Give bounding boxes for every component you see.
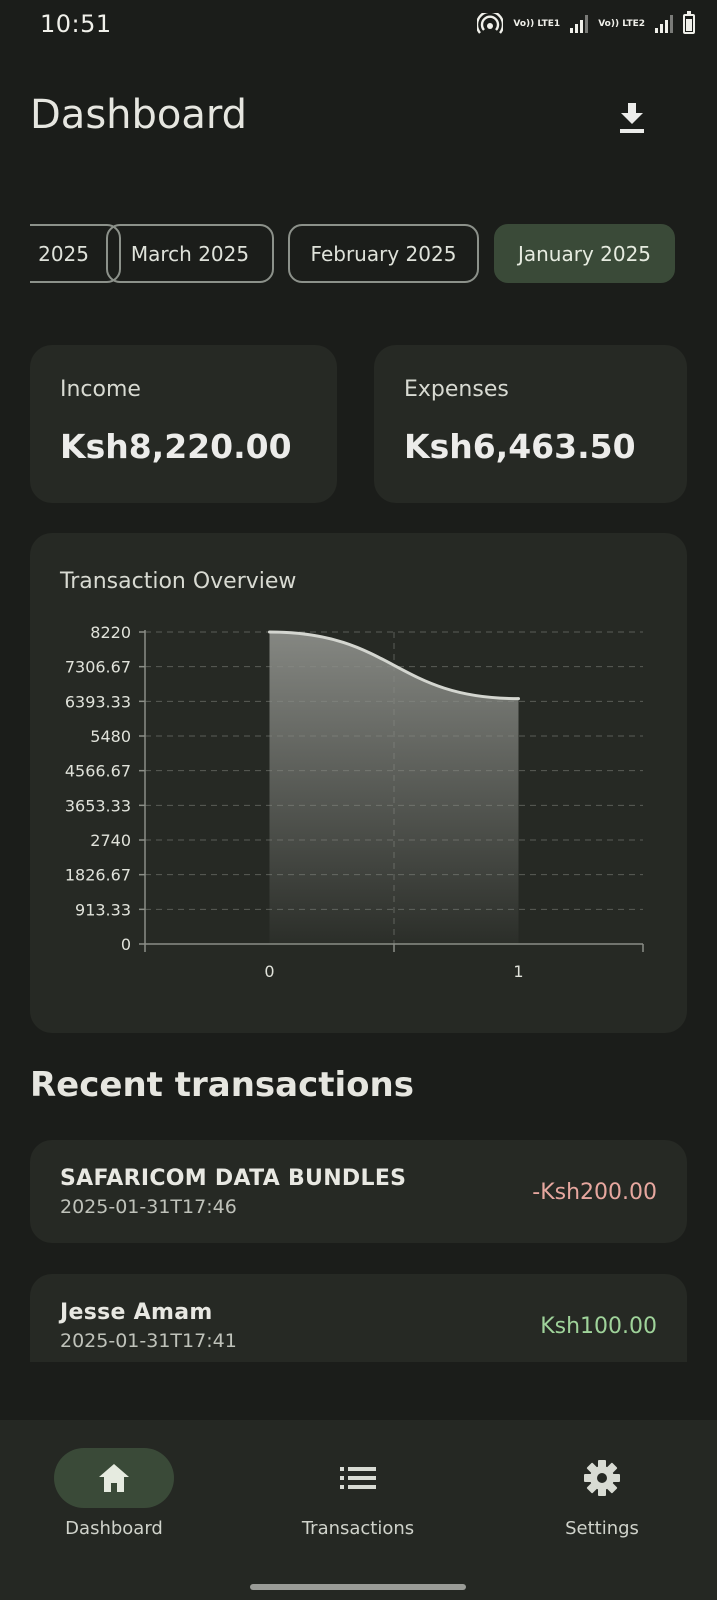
status-bar: 10:51 Vo)) LTE1 Vo)) LTE2 bbox=[0, 0, 717, 48]
y-tick-label: 5480 bbox=[90, 727, 131, 746]
y-tick-label: 6393.33 bbox=[65, 692, 131, 711]
nav-label: Dashboard bbox=[65, 1518, 163, 1539]
y-tick-label: 3653.33 bbox=[65, 796, 131, 815]
income-label: Income bbox=[60, 377, 141, 402]
data-point bbox=[268, 630, 271, 634]
month-chip-label: March 2025 bbox=[130, 241, 250, 266]
home-indicator bbox=[250, 1584, 466, 1590]
y-tick-label: 7306.67 bbox=[65, 658, 131, 677]
transaction-name: SAFARICOM DATA BUNDLES bbox=[60, 1166, 407, 1191]
transaction-date: 2025-01-31T17:41 bbox=[60, 1330, 237, 1352]
month-chip-january-2025[interactable]: January 2025 bbox=[494, 224, 675, 283]
bottom-navigation: Dashboard Transactions Settings bbox=[0, 1420, 717, 1600]
battery-icon bbox=[683, 11, 695, 34]
nav-settings[interactable]: Settings bbox=[502, 1448, 702, 1539]
y-tick-label: 1826.67 bbox=[65, 866, 131, 885]
page-title: Dashboard bbox=[30, 92, 248, 138]
transaction-overview-card: Transaction Overview 8220 7306.67 6393.33 5… bbox=[30, 533, 687, 1033]
status-icons: Vo)) LTE1 Vo)) LTE2 bbox=[477, 11, 695, 35]
nav-label: Transactions bbox=[301, 1518, 415, 1539]
download-icon bbox=[620, 103, 644, 133]
nav-dashboard-pill bbox=[54, 1448, 174, 1508]
month-selector[interactable]: April 2025 March 2025 February 2025 Janu… bbox=[30, 224, 687, 284]
transaction-name: Jesse Amam bbox=[60, 1300, 213, 1325]
month-chip-march-2025[interactable]: March 2025 bbox=[106, 224, 274, 283]
list-icon bbox=[340, 1467, 376, 1489]
nav-dashboard[interactable]: Dashboard bbox=[14, 1448, 214, 1539]
status-time: 10:51 bbox=[40, 10, 112, 38]
transaction-amount: -Ksh200.00 bbox=[532, 1180, 657, 1205]
expenses-label: Expenses bbox=[404, 377, 509, 402]
series-area bbox=[269, 632, 519, 944]
transaction-amount: Ksh100.00 bbox=[540, 1314, 657, 1339]
y-tick-label: 2740 bbox=[90, 831, 131, 850]
expenses-value: Ksh6,463.50 bbox=[404, 427, 636, 466]
sim1-label: Vo)) LTE1 bbox=[513, 18, 561, 29]
income-card: Income Ksh8,220.00 bbox=[30, 345, 337, 503]
gear-icon bbox=[584, 1460, 620, 1496]
recent-transactions-title: Recent transactions bbox=[30, 1065, 414, 1105]
expenses-card: Expenses Ksh6,463.50 bbox=[374, 345, 687, 503]
sim2-label: Vo)) LTE2 bbox=[598, 18, 645, 29]
y-tick-label: 0 bbox=[121, 935, 131, 954]
transaction-item[interactable]: Jesse Amam 2025-01-31T17:41 Ksh100.00 bbox=[30, 1274, 687, 1362]
download-button[interactable] bbox=[612, 98, 652, 138]
data-point bbox=[517, 697, 520, 701]
x-tick-label: 1 bbox=[513, 962, 523, 981]
nav-settings-pill bbox=[542, 1448, 662, 1508]
nav-label: Settings bbox=[565, 1518, 639, 1539]
signal-2-icon bbox=[655, 15, 673, 33]
transaction-item[interactable]: SAFARICOM DATA BUNDLES 2025-01-31T17:46 … bbox=[30, 1140, 687, 1243]
nav-transactions[interactable]: Transactions bbox=[258, 1448, 458, 1539]
month-chip-label: April 2025 bbox=[30, 241, 89, 266]
month-chip-label: February 2025 bbox=[310, 241, 457, 266]
x-tick-label: 0 bbox=[264, 962, 274, 981]
transaction-date: 2025-01-31T17:46 bbox=[60, 1196, 237, 1218]
nav-transactions-pill bbox=[298, 1448, 418, 1508]
month-chip-february-2025[interactable]: February 2025 bbox=[288, 224, 479, 283]
y-tick-label: 913.33 bbox=[75, 900, 131, 919]
y-tick-label: 4566.67 bbox=[65, 762, 131, 781]
signal-1-icon bbox=[570, 15, 589, 33]
y-tick-label: 8220 bbox=[90, 623, 131, 642]
hotspot-icon bbox=[477, 13, 504, 34]
month-chip-label: January 2025 bbox=[517, 241, 652, 266]
income-value: Ksh8,220.00 bbox=[60, 427, 292, 466]
home-icon bbox=[99, 1464, 129, 1492]
transaction-overview-chart: 8220 7306.67 6393.33 5480 4566.67 3653.33 2740… bbox=[65, 623, 644, 981]
